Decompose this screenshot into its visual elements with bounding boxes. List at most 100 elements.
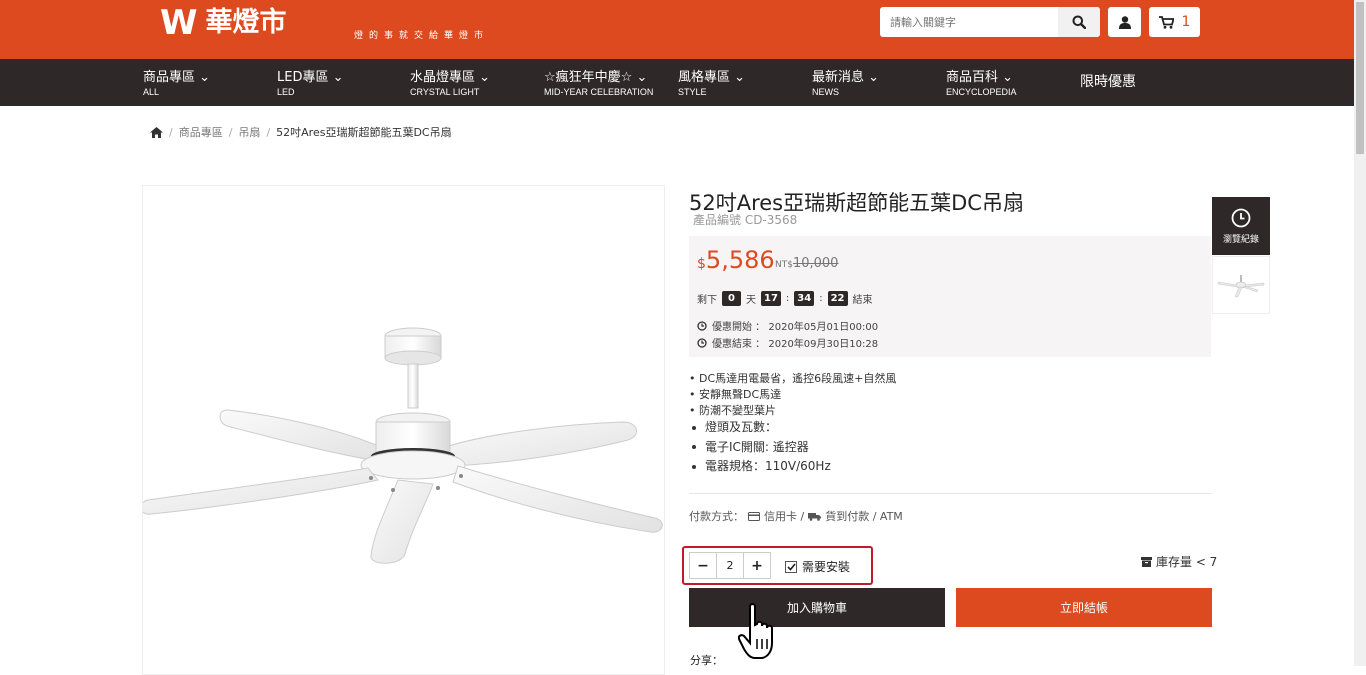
history-thumbnail[interactable] [1212,256,1270,314]
divider [689,493,1211,494]
quantity-input[interactable]: 2 [716,553,744,578]
promo-start-text: 優惠開始 ： 2020年05月01日00:00 [712,322,879,333]
check-icon [786,562,796,571]
nav-label: 限時優惠 [1080,74,1136,90]
user-icon [1118,15,1131,29]
chevron-down-icon: ⌄ [479,70,491,85]
truck-icon [808,512,822,521]
clock-icon [697,337,707,348]
nav-item-celebration[interactable]: ☆瘋狂年中慶☆ ⌄ MID-YEAR CELEBRATION [544,70,653,98]
payment-methods: 付款方式： 信用卡 / 貨到付款 / ATM [689,508,903,524]
credit-card-icon [748,511,760,521]
chevron-down-icon: ⌄ [868,70,880,85]
chevron-down-icon: ⌄ [199,70,211,85]
add-to-cart-label: 加入購物車 [786,601,847,615]
nav-item-encyclopedia[interactable]: 商品百科 ⌄ ENCYCLOPEDIA [946,70,1017,98]
search-box [880,7,1100,37]
nav-sublabel: MID-YEAR CELEBRATION [544,87,654,97]
buy-now-label: 立即結帳 [1059,601,1108,615]
main-nav: 商品專區 ⌄ ALL LED專區 ⌄ LED 水晶燈專區 ⌄ CRYSTAL L… [0,59,1354,106]
nav-item-style[interactable]: 風格專區 ⌄ STYLE [678,70,745,98]
install-option[interactable]: 需要安裝 [785,558,850,575]
spec-list: 燈頭及瓦數： 電子IC開關: 遙控器 電器規格：110V/60Hz [692,418,831,477]
nav-sublabel: ENCYCLOPEDIA [946,87,1017,97]
nav-label: ☆瘋狂年中慶☆ [544,70,633,85]
countdown-prefix: 剩下 [697,295,717,306]
promo-end: 優惠結束 ： 2020年09月30日10:28 [697,335,878,350]
countdown-colon: : [819,293,823,304]
home-icon[interactable] [150,126,163,138]
breadcrumb-separator: / [266,125,271,139]
nav-item-crystal[interactable]: 水晶燈專區 ⌄ CRYSTAL LIGHT [410,70,490,98]
bullet [692,464,696,469]
nav-label: 商品百科 [946,70,999,85]
nav-sublabel: LED [277,87,295,97]
breadcrumb-link[interactable]: 吊扇 [238,124,260,140]
nav-item-led[interactable]: LED專區 ⌄ LED [277,70,344,98]
header-bar: W 華燈市 燈的事就交給華燈市 1 [0,0,1354,59]
buy-now-button[interactable]: 立即結帳 [956,588,1212,627]
history-label: 瀏覽紀錄 [1222,234,1259,245]
price-currency: $ [697,256,706,272]
nav-label: 水晶燈專區 [410,70,476,85]
stock-info: 庫存量 < 7 [1141,553,1217,570]
sale-price: $5,586 [697,246,775,274]
feature-list: • DC馬達用電最省，遙控6段風速+自然風 • 安靜無聲DC馬達 • 防潮不變型… [689,371,896,419]
countdown-hours: 17 [761,291,781,306]
payment-card: 信用卡 / [764,510,805,523]
chevron-down-icon: ⌄ [636,70,648,85]
nav-sublabel: ALL [143,87,160,97]
product-code: 產品編號 CD-3568 [693,213,798,227]
payment-cod: 貨到付款 / ATM [825,510,903,523]
spec-text: 電子IC開關: 遙控器 [705,439,809,454]
site-logo[interactable]: W 華燈市 燈的事就交給華燈市 [160,3,483,43]
bullet [692,425,696,430]
nav-item-news[interactable]: 最新消息 ⌄ NEWS [812,70,879,98]
countdown-days: 0 [722,291,741,306]
member-button[interactable] [1108,7,1141,37]
countdown-minutes: 34 [794,291,815,306]
countdown-colon: : [785,293,790,304]
quantity-increase-button[interactable]: + [744,553,770,578]
promo-start: 優惠開始 ： 2020年05月01日00:00 [697,318,878,333]
old-price-value: 10,000 [792,256,839,271]
nav-sublabel: CRYSTAL LIGHT [410,87,480,97]
breadcrumb: / 商品專區 / 吊扇 / 52吋Ares亞瑞斯超節能五葉DC吊扇 [150,124,452,140]
history-button[interactable]: 瀏覽紀錄 [1212,197,1270,255]
scrollbar-thumb[interactable] [1356,2,1364,154]
nav-item-promo[interactable]: 限時優惠 [1080,69,1136,95]
install-checkbox[interactable] [785,560,797,573]
logo-tagline: 燈的事就交給華燈市 [354,31,490,41]
search-button[interactable] [1058,7,1100,37]
cart-count: 1 [1181,14,1191,30]
cart-button[interactable]: 1 [1149,7,1200,37]
nav-item-all[interactable]: 商品專區 ⌄ ALL [143,70,210,98]
spec-text: 燈頭及瓦數： [705,420,778,434]
old-price-currency: NT$ [775,260,793,270]
payment-label: 付款方式： [689,510,744,523]
quantity-stepper: − 2 + [689,552,771,579]
install-label: 需要安裝 [802,560,851,574]
nav-label: 最新消息 [812,70,865,85]
ceiling-fan-image [143,327,663,564]
product-image[interactable] [142,185,665,675]
chevron-down-icon: ⌄ [1002,70,1014,85]
nav-label: 商品專區 [143,70,196,85]
logo-mark: W [160,3,197,43]
feature-item: • DC馬達用電最省，遙控6段風速+自然風 [689,372,897,385]
add-to-cart-button[interactable]: 加入購物車 [689,588,945,627]
search-input[interactable] [880,7,1058,37]
price-panel: $5,586 NT$10,000 剩下 0 天 17 : 34 : 22 結束 … [689,236,1211,357]
price-value: 5,586 [705,246,775,274]
spec-text: 電器規格：110V/60Hz [705,459,831,473]
clock-icon [1231,208,1251,227]
search-icon [1072,15,1086,29]
ceiling-fan-thumbnail [1217,275,1265,298]
nav-sublabel: STYLE [678,87,707,97]
breadcrumb-current: 52吋Ares亞瑞斯超節能五葉DC吊扇 [276,126,452,139]
breadcrumb-link[interactable]: 商品專區 [179,124,223,140]
countdown-seconds: 22 [827,291,848,306]
spec-item: 燈頭及瓦數： [692,418,831,438]
nav-sublabel: NEWS [812,87,839,97]
quantity-decrease-button[interactable]: − [690,553,716,578]
